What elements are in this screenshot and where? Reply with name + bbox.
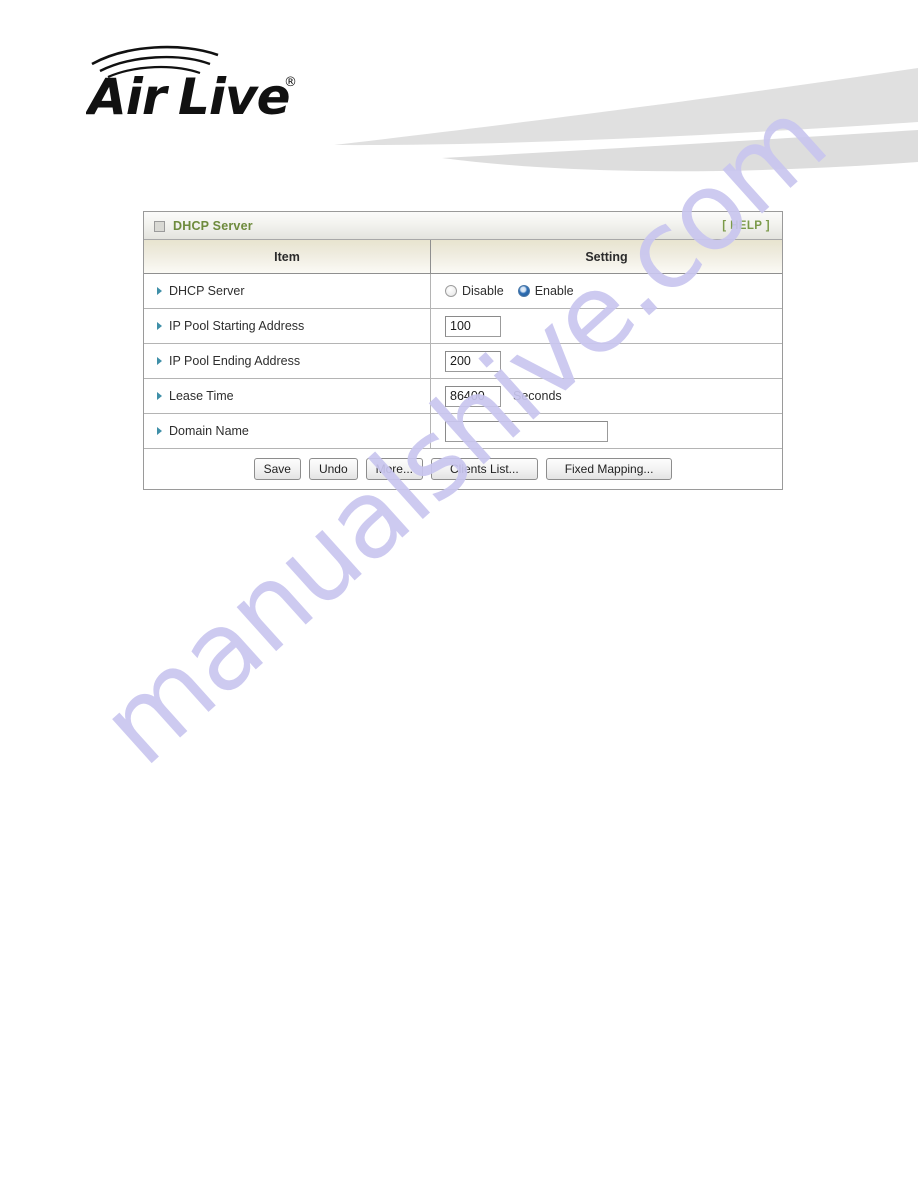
row-setting-cell (431, 414, 782, 448)
column-header-item-label: Item (274, 249, 300, 264)
fixed-mapping-button[interactable]: Fixed Mapping... (545, 458, 673, 480)
radio-label-enable: Enable (534, 284, 574, 298)
panel-title-bar: DHCP Server [ HELP ] (144, 212, 782, 240)
row-setting-cell: Disable Enable (431, 274, 782, 308)
bullet-triangle-icon (157, 357, 162, 365)
clients-list-button[interactable]: Clients List... (430, 458, 538, 480)
row-item-cell: IP Pool Ending Address (144, 344, 431, 378)
row-label: Lease Time (169, 389, 234, 403)
bullet-triangle-icon (157, 427, 162, 435)
lease-time-input[interactable] (445, 385, 501, 407)
table-row: DHCP Server Disable Enable (144, 274, 782, 309)
row-item-cell: Domain Name (144, 414, 431, 448)
svg-text:Live: Live (178, 68, 290, 122)
bullet-triangle-icon (157, 392, 162, 400)
row-label: IP Pool Ending Address (169, 354, 301, 368)
row-setting-cell (431, 309, 782, 343)
dhcp-server-panel: DHCP Server [ HELP ] Item Setting DHCP S… (143, 211, 783, 490)
row-label: Domain Name (169, 424, 249, 438)
more-button[interactable]: More... (365, 458, 423, 480)
row-item-cell: Lease Time (144, 379, 431, 413)
table-row: IP Pool Starting Address (144, 309, 782, 344)
column-header-item: Item (144, 240, 431, 273)
row-setting-cell (431, 344, 782, 378)
row-label: DHCP Server (169, 284, 245, 298)
svg-text:®: ® (284, 75, 297, 90)
svg-text:Air: Air (86, 68, 170, 122)
radio-dot-disable-icon (445, 285, 457, 297)
column-header-setting-label: Setting (585, 249, 628, 264)
row-item-cell: DHCP Server (144, 274, 431, 308)
row-label: IP Pool Starting Address (169, 319, 305, 333)
ip-pool-starting-address-input[interactable] (445, 315, 501, 337)
save-button[interactable]: Save (253, 458, 301, 480)
table-row: Domain Name (144, 414, 782, 449)
page-header: Air Live ® (0, 0, 918, 185)
swoosh-graphic (334, 68, 918, 172)
row-item-cell: IP Pool Starting Address (144, 309, 431, 343)
help-link[interactable]: [ HELP ] (722, 220, 770, 232)
domain-name-input[interactable] (445, 420, 608, 442)
radio-option-disable[interactable]: Disable (445, 284, 504, 298)
dhcp-server-radio-group: Disable Enable (445, 284, 588, 298)
panel-footer: Save Undo More... Clients List... Fixed … (144, 449, 782, 489)
table-header-row: Item Setting (144, 240, 782, 274)
undo-button[interactable]: Undo (308, 458, 358, 480)
table-row: IP Pool Ending Address (144, 344, 782, 379)
radio-label-disable: Disable (462, 284, 504, 298)
page-title: DHCP Server (173, 218, 253, 233)
column-header-setting: Setting (431, 240, 782, 273)
row-setting-cell: Seconds (431, 379, 782, 413)
ip-pool-ending-address-input[interactable] (445, 350, 501, 372)
radio-option-enable[interactable]: Enable (517, 284, 574, 298)
bullet-triangle-icon (157, 287, 162, 295)
lease-time-unit-label: Seconds (513, 389, 562, 403)
table-row: Lease Time Seconds (144, 379, 782, 414)
window-square-icon (154, 221, 165, 232)
brand-logo: Air Live ® (86, 45, 297, 122)
radio-dot-enable-icon (517, 285, 530, 297)
bullet-triangle-icon (157, 322, 162, 330)
